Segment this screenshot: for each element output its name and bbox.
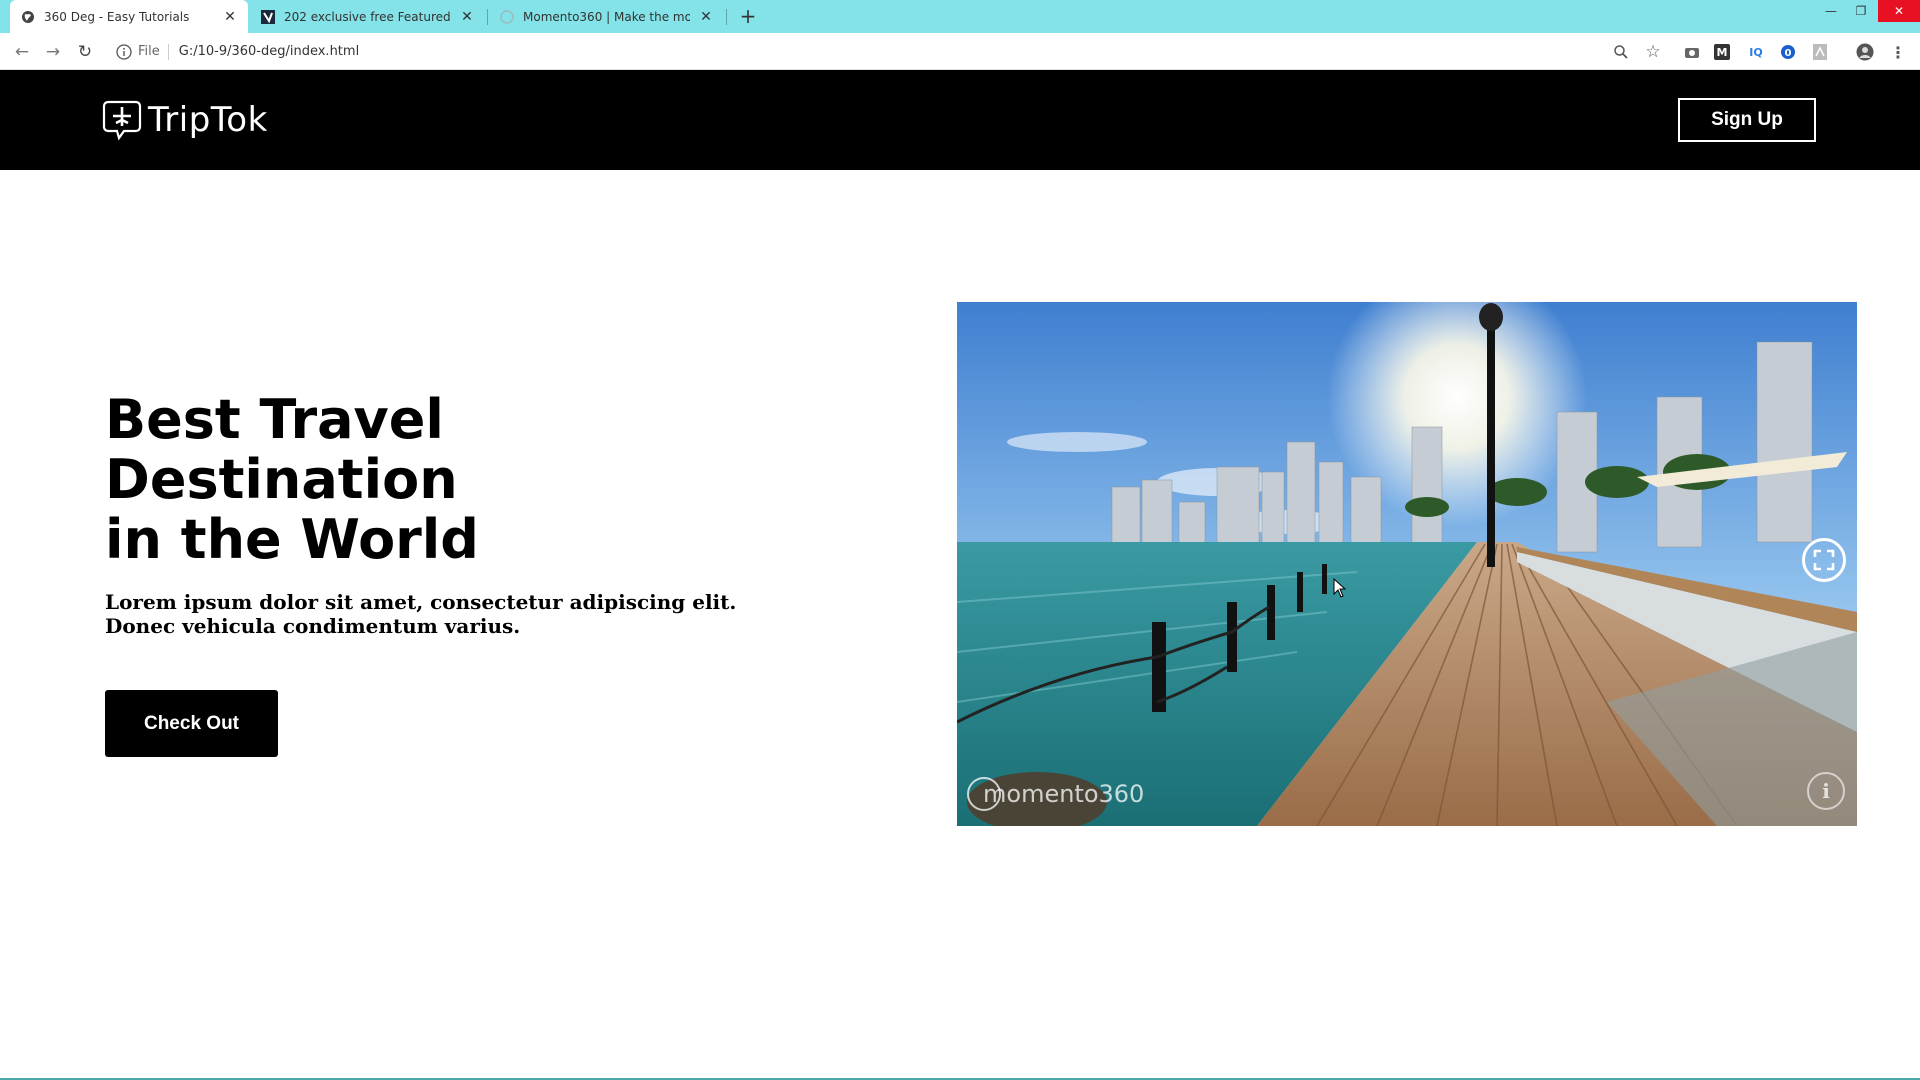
hero-title-line2: in the World xyxy=(105,508,479,571)
momento360-watermark: momento360 xyxy=(967,776,1144,812)
pdf-ext-icon[interactable] xyxy=(1810,42,1830,62)
tab-separator xyxy=(487,9,488,25)
momento-favicon-icon xyxy=(499,9,515,25)
hero-desc-line2: Donec vehicula condimentum varius. xyxy=(105,614,521,638)
browser-tab-active[interactable]: 360 Deg - Easy Tutorials ✕ xyxy=(10,0,248,33)
airplane-chat-icon xyxy=(102,100,142,141)
camera-icon[interactable] xyxy=(1682,42,1702,62)
svg-text:0: 0 xyxy=(1785,48,1792,59)
logo-text: TripTok xyxy=(148,100,268,140)
url-scheme-label: File xyxy=(138,44,160,59)
site-logo[interactable]: TripTok xyxy=(102,98,268,142)
site-header: TripTok Sign Up xyxy=(0,70,1920,170)
panorama-viewer[interactable]: momento360 i xyxy=(957,302,1857,826)
tab-close-icon[interactable]: ✕ xyxy=(222,9,238,25)
check-out-button[interactable]: Check Out xyxy=(105,690,278,757)
tab-title: 202 exclusive free Featured imag xyxy=(284,9,451,24)
restore-icon[interactable]: ❐ xyxy=(1846,0,1876,22)
site-favicon-icon xyxy=(260,9,276,25)
tab-close-icon[interactable]: ✕ xyxy=(698,9,714,25)
browser-toolbar: ← → ↻ File G:/10-9/360-deg/index.html ☆ … xyxy=(0,33,1920,70)
browser-tab-bar: 360 Deg - Easy Tutorials ✕ 202 exclusive… xyxy=(0,0,1920,33)
hero-description: Lorem ipsum dolor sit amet, consectetur … xyxy=(105,590,765,638)
browser-tab[interactable]: Momento360 | Make the most of ✕ xyxy=(489,0,724,33)
forward-arrow-icon[interactable]: → xyxy=(42,41,64,63)
omnibox-divider xyxy=(167,43,169,60)
star-icon[interactable]: ☆ xyxy=(1643,42,1663,62)
profile-icon[interactable] xyxy=(1855,42,1875,62)
shield-ext-icon[interactable]: 0 xyxy=(1778,42,1798,62)
mouse-cursor-icon xyxy=(1333,578,1347,598)
hero-desc-line1: Lorem ipsum dolor sit amet, consectetur … xyxy=(105,590,737,614)
tab-separator xyxy=(726,9,727,25)
window-close-icon[interactable]: ✕ xyxy=(1878,0,1920,22)
new-tab-icon[interactable]: + xyxy=(736,4,760,28)
m-ext-icon[interactable]: M xyxy=(1714,44,1730,60)
fullscreen-icon[interactable] xyxy=(1802,538,1846,582)
viewer-info-icon[interactable]: i xyxy=(1807,772,1845,810)
info-circle-icon[interactable] xyxy=(116,43,132,60)
zoom-icon[interactable] xyxy=(1611,42,1631,62)
sign-up-button[interactable]: Sign Up xyxy=(1678,98,1816,142)
globe-icon xyxy=(20,9,36,25)
address-bar[interactable]: File G:/10-9/360-deg/index.html xyxy=(108,38,1648,65)
url-text[interactable]: G:/10-9/360-deg/index.html xyxy=(179,44,359,59)
watermark-text: momento360 xyxy=(983,780,1145,808)
back-arrow-icon[interactable]: ← xyxy=(11,41,33,63)
hero-title: Best Travel Destination in the World xyxy=(105,390,805,570)
hero-title-line1: Best Travel Destination xyxy=(105,388,458,511)
reload-icon[interactable]: ↻ xyxy=(74,41,96,63)
browser-tab[interactable]: 202 exclusive free Featured imag ✕ xyxy=(250,0,485,33)
tab-close-icon[interactable]: ✕ xyxy=(459,9,475,25)
minimize-icon[interactable]: — xyxy=(1816,0,1846,22)
menu-icon[interactable]: ⋮ xyxy=(1888,42,1908,62)
tab-title: 360 Deg - Easy Tutorials xyxy=(44,9,190,24)
panorama-image[interactable] xyxy=(957,302,1857,826)
iq-ext-icon[interactable]: IQ xyxy=(1746,42,1766,62)
tab-title: Momento360 | Make the most of xyxy=(523,9,690,24)
